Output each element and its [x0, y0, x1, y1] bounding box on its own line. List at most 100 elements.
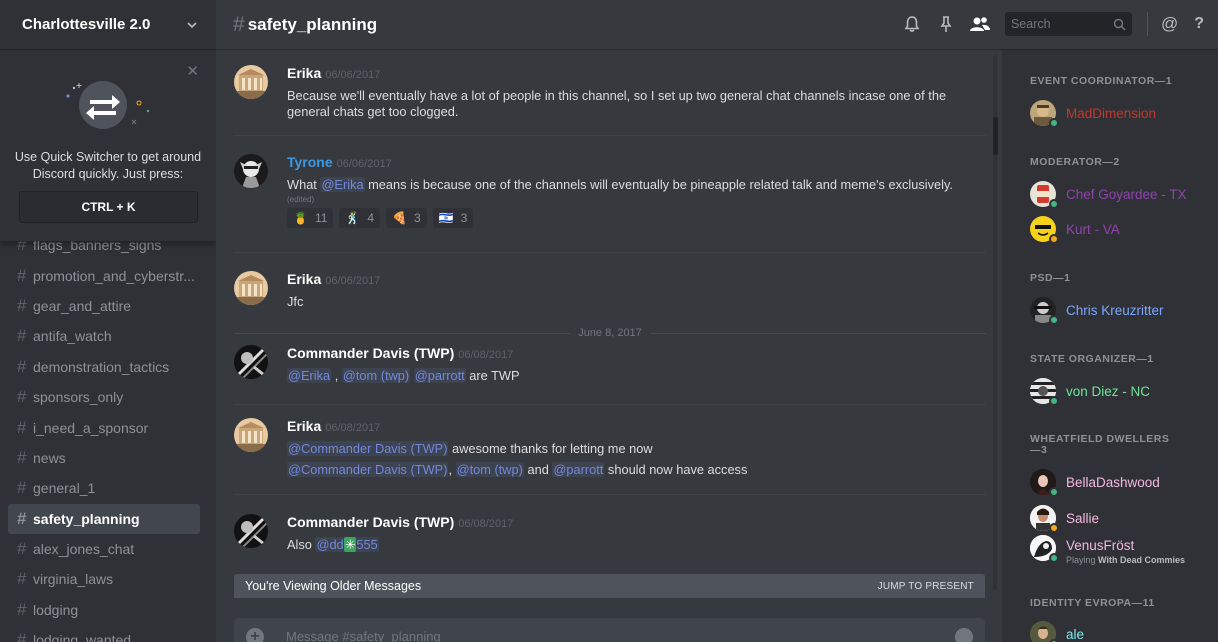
message-author[interactable]: Erika [287, 418, 321, 434]
upload-plus-icon[interactable]: + [246, 628, 264, 642]
message-author[interactable]: Tyrone [287, 154, 333, 170]
text-span: and [523, 461, 553, 477]
channel-label: lodging_wanted [33, 632, 132, 642]
search-placeholder: Search [1010, 17, 1051, 31]
member-item[interactable]: Kurt - VA [1030, 214, 1210, 244]
pin-icon[interactable] [934, 12, 958, 36]
avatar[interactable] [234, 271, 268, 305]
avatar [1030, 100, 1059, 128]
scrollbar[interactable] [990, 55, 1000, 590]
chevron-down-icon[interactable] [186, 19, 198, 31]
message-divider [234, 494, 986, 495]
reaction-flag[interactable]: 🇮🇱 3 [432, 207, 474, 228]
message-author[interactable]: Erika [287, 271, 321, 287]
message-author[interactable]: Commander Davis (TWP) [287, 345, 454, 361]
sparkle-emoji-icon: ✳ [343, 537, 357, 552]
channel-label: virginia_laws [33, 571, 114, 588]
activity-prefix: Playing [1066, 555, 1099, 565]
member-item[interactable]: ale [1030, 619, 1210, 642]
member-name: VenusFröst [1066, 538, 1135, 553]
message-divider [234, 404, 986, 405]
user-mention[interactable]: @Erika [320, 177, 365, 192]
hash-icon: # [233, 12, 245, 36]
close-icon[interactable]: ✕ [186, 62, 199, 80]
user-mention[interactable]: @Erika [287, 368, 332, 383]
channel-i_need_a_sponsor[interactable]: # i_need_a_sponsor [8, 412, 200, 442]
user-mention[interactable]: @dd✳555 [315, 537, 379, 552]
jump-to-present-button[interactable]: JUMP TO PRESENT [878, 581, 974, 592]
text-span: , [331, 368, 342, 383]
channel-label: safety_planning [33, 510, 140, 527]
member-item[interactable]: BellaDashwood [1030, 467, 1210, 497]
chat-area: Erika 06/06/2017 Because we'll eventually… [216, 0, 1002, 642]
user-mention[interactable]: @Commander Davis (TWP) [287, 461, 449, 477]
user-mention[interactable]: @tom (twp) [455, 461, 524, 477]
quick-switcher-illustration [66, 81, 150, 129]
channel-safety_planning[interactable]: # safety_planning [8, 503, 200, 534]
status-idle-indicator [1049, 523, 1059, 533]
date-divider: June 8, 2017 [234, 326, 986, 340]
reaction-count: 3 [460, 210, 468, 225]
member-item[interactable]: Chris Kreuzritter [1030, 295, 1210, 325]
help-icon[interactable]: ? [1194, 15, 1204, 33]
server-header[interactable]: Charlottesville 2.0 [0, 0, 216, 49]
member-item[interactable]: Chef Goyardee - TX [1030, 179, 1210, 209]
mentions-icon[interactable]: @ [1161, 14, 1178, 34]
user-mention[interactable]: @Commander Davis (TWP) [287, 441, 449, 456]
avatar[interactable] [234, 154, 268, 188]
channel-label: news [33, 449, 66, 466]
avatar[interactable] [234, 345, 268, 379]
emoji-picker-icon[interactable] [955, 628, 973, 642]
channel-news[interactable]: # news [8, 443, 200, 473]
member-list: EVENT COORDINATOR—1 MadDimension MODERAT… [1002, 49, 1218, 642]
server-name: Charlottesville 2.0 [22, 16, 151, 33]
hash-icon: # [17, 508, 27, 528]
shortcut-key[interactable]: CTRL + K [19, 191, 198, 223]
bell-icon[interactable] [900, 12, 924, 36]
user-mention[interactable]: @parrott [552, 461, 605, 477]
reactions: 🍍 11 🕺 4 🍕 3 🇮🇱 3 [287, 207, 977, 228]
channel-antifa_watch[interactable]: # antifa_watch [8, 321, 200, 351]
channel-lodging_wanted[interactable]: # lodging_wanted [8, 625, 200, 642]
message-author[interactable]: Commander Davis (TWP) [287, 514, 454, 530]
message-composer[interactable]: + Message #safety_planning [234, 618, 985, 642]
user-mention[interactable]: @parrott [413, 368, 466, 383]
hash-icon: # [17, 599, 27, 619]
reaction-pineapple[interactable]: 🍍 11 [287, 207, 334, 228]
channel-general_1[interactable]: # general_1 [8, 473, 200, 503]
channel-alex_jones_chat[interactable]: # alex_jones_chat [8, 534, 200, 564]
channel-demonstration_tactics[interactable]: # demonstration_tactics [8, 352, 200, 382]
mention-part: 555 [356, 537, 378, 552]
channel-label: lodging [33, 601, 79, 618]
channel-lodging[interactable]: # lodging [8, 595, 200, 625]
channel-sidebar: Charlottesville 2.0 # flags_banners_signs… [0, 0, 216, 642]
hash-icon: # [17, 478, 27, 498]
search-icon [1113, 18, 1126, 31]
member-item[interactable]: VenusFröst Playing With Dead Commies [1030, 533, 1210, 573]
hash-icon: # [17, 569, 27, 589]
member-name: Chris Kreuzritter [1066, 303, 1164, 318]
channel-sponsors_only[interactable]: # sponsors_only [8, 382, 200, 412]
search-input[interactable]: Search [1004, 12, 1132, 36]
avatar[interactable] [234, 418, 268, 452]
message-author[interactable]: Erika [287, 65, 321, 81]
hash-icon: # [17, 539, 27, 559]
text-span: means is because one of the channels wil… [364, 177, 953, 192]
channel-virginia_laws[interactable]: # virginia_laws [8, 564, 200, 594]
older-messages-bar[interactable]: You're Viewing Older Messages JUMP TO PR… [234, 574, 985, 598]
channel-promotion[interactable]: # promotion_and_cyberstr... [8, 260, 200, 290]
scrollbar-thumb[interactable] [993, 117, 998, 155]
avatar[interactable] [234, 514, 268, 548]
channel-list: # flags_banners_signs # promotion_and_cybe… [0, 230, 216, 642]
members-icon[interactable] [968, 12, 992, 36]
channel-gear_and_attire[interactable]: # gear_and_attire [8, 291, 200, 321]
reaction-dancer[interactable]: 🕺 4 [339, 207, 381, 228]
date-label: June 8, 2017 [578, 327, 642, 339]
member-item[interactable]: MadDimension [1030, 98, 1210, 128]
member-item[interactable]: von Diez - NC [1030, 376, 1210, 406]
member-item[interactable]: Sallie [1030, 503, 1210, 533]
user-mention[interactable]: @tom (twp) [341, 368, 411, 383]
member-name: MadDimension [1066, 106, 1157, 121]
reaction-pizza[interactable]: 🍕 3 [386, 207, 427, 228]
avatar[interactable] [234, 65, 268, 99]
